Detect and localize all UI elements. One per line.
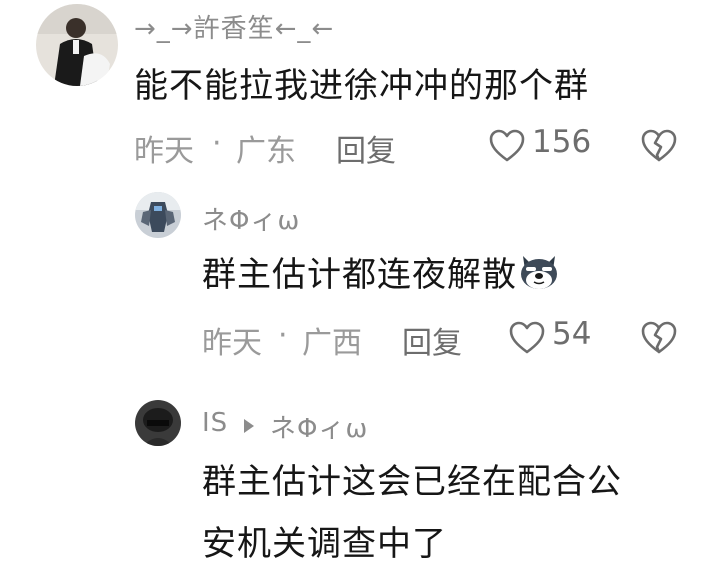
dog-emoji-icon xyxy=(521,256,557,289)
comment-text-line: 安机关调查中了 xyxy=(202,524,447,564)
reply-button[interactable]: 回复 xyxy=(402,318,462,362)
comment-text-content: 群主估计都连夜解散 xyxy=(202,255,517,295)
heart-icon xyxy=(489,129,525,162)
comment-item: →_→許香笙←_← 能不能拉我进徐冲冲的那个群 昨天 · 广东 回复 156 xyxy=(0,0,720,175)
comment-text: 群主估计都连夜解散 xyxy=(202,252,561,297)
heart-icon xyxy=(509,321,545,354)
reply-item: ネΦィω 群主估计都连夜解散 昨天 · 广西 回复 54 xyxy=(0,180,720,370)
like-count: 156 xyxy=(532,124,592,160)
reply-item: IS ネΦィω 群主估计这会已经在配合公 安机关调查中了 xyxy=(0,390,720,581)
username[interactable]: →_→許香笙←_← xyxy=(134,8,334,45)
avatar[interactable] xyxy=(135,192,181,238)
like-count: 54 xyxy=(552,316,592,352)
like-button[interactable]: 156 xyxy=(488,124,608,166)
comment-time: 昨天 xyxy=(202,326,262,361)
reply-to-username[interactable]: ネΦィω xyxy=(270,408,368,445)
avatar[interactable] xyxy=(135,400,181,446)
avatar[interactable] xyxy=(36,4,118,86)
meta-separator: · xyxy=(278,318,288,353)
comment-location: 广东 xyxy=(236,134,296,169)
comment-location: 广西 xyxy=(302,326,362,361)
comment-text-line: 群主估计这会已经在配合公 xyxy=(202,462,622,502)
like-button[interactable]: 54 xyxy=(508,316,608,358)
reply-arrow-icon xyxy=(244,419,254,433)
reply-button[interactable]: 回复 xyxy=(336,126,396,170)
username[interactable]: IS xyxy=(202,408,228,438)
comment-time: 昨天 xyxy=(134,134,194,169)
broken-heart-icon[interactable] xyxy=(640,320,678,356)
comment-text: 能不能拉我进徐冲冲的那个群 xyxy=(134,66,589,106)
broken-heart-icon[interactable] xyxy=(640,128,678,164)
meta-separator: · xyxy=(212,126,222,161)
username[interactable]: ネΦィω xyxy=(202,200,300,237)
